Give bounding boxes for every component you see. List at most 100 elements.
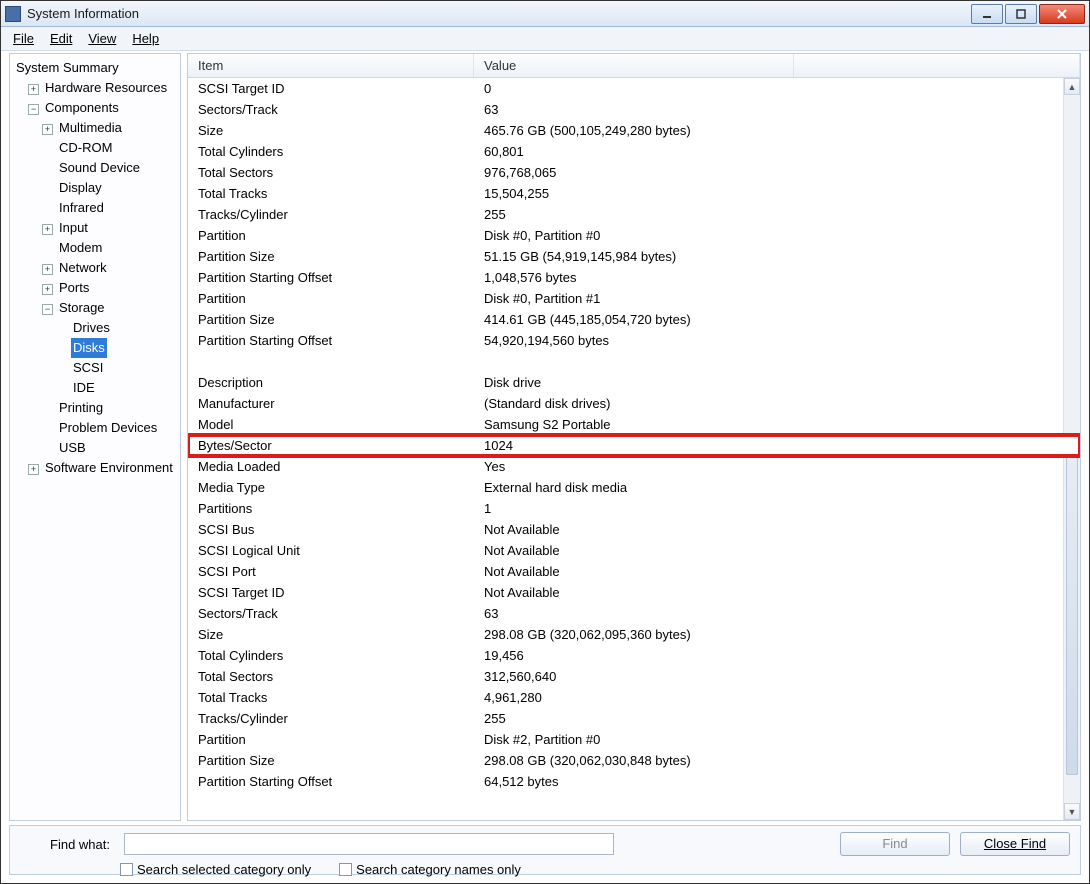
table-row[interactable]: Tracks/Cylinder255 [188,708,1080,729]
table-row[interactable]: Manufacturer(Standard disk drives) [188,393,1080,414]
table-row[interactable]: Size298.08 GB (320,062,095,360 bytes) [188,624,1080,645]
table-row[interactable]: Total Cylinders60,801 [188,141,1080,162]
find-input[interactable] [124,833,614,855]
table-row[interactable]: Partition Starting Offset54,920,194,560 … [188,330,1080,351]
expand-icon[interactable]: + [42,284,53,295]
table-row[interactable]: PartitionDisk #0, Partition #1 [188,288,1080,309]
tree-ports[interactable]: Ports [57,278,91,298]
collapse-icon[interactable]: − [28,104,39,115]
close-button[interactable] [1039,4,1085,24]
table-row[interactable]: Partition Size298.08 GB (320,062,030,848… [188,750,1080,771]
list-body[interactable]: SCSI Target ID0Sectors/Track63Size465.76… [188,78,1080,820]
minimize-button[interactable] [971,4,1003,24]
expand-icon[interactable]: + [42,224,53,235]
cell-item: SCSI Target ID [188,585,474,600]
tree-storage[interactable]: Storage [57,298,107,318]
table-row[interactable]: ModelSamsung S2 Portable [188,414,1080,435]
tree-software-environment[interactable]: Software Environment [43,458,175,478]
table-row[interactable]: PartitionDisk #2, Partition #0 [188,729,1080,750]
window-title: System Information [27,6,969,21]
expand-icon[interactable]: + [42,264,53,275]
body-splitter: System Summary +Hardware Resources −Comp… [9,53,1081,821]
tree-network[interactable]: Network [57,258,109,278]
tree-label: Disks [73,338,105,358]
titlebar[interactable]: System Information [1,1,1089,27]
tree-label: Network [59,258,107,278]
tree-cdrom[interactable]: CD-ROM [57,138,114,158]
column-header-extra[interactable] [794,54,1080,77]
table-row[interactable]: Partition Size414.61 GB (445,185,054,720… [188,309,1080,330]
cell-item: Partition [188,228,474,243]
find-button[interactable]: Find [840,832,950,856]
table-row[interactable]: SCSI BusNot Available [188,519,1080,540]
tree-components[interactable]: Components [43,98,121,118]
close-find-button[interactable]: Close Find [960,832,1070,856]
table-row[interactable]: Media LoadedYes [188,456,1080,477]
menu-file[interactable]: File [5,29,42,48]
tree-label: SCSI [73,358,103,378]
table-row[interactable]: Total Sectors976,768,065 [188,162,1080,183]
menu-edit[interactable]: Edit [42,29,80,48]
tree-display[interactable]: Display [57,178,104,198]
cell-value: 1024 [474,438,1080,453]
tree-system-summary[interactable]: System Summary [14,58,121,78]
menu-view[interactable]: View [80,29,124,48]
system-information-window: System Information File Edit View Help S… [0,0,1090,884]
cell-value: Not Available [474,564,1080,579]
table-row[interactable]: Total Sectors312,560,640 [188,666,1080,687]
expand-icon[interactable]: + [42,124,53,135]
table-row[interactable]: Bytes/Sector1024 [188,435,1080,456]
tree-label: Modem [59,238,102,258]
tree-usb[interactable]: USB [57,438,88,458]
tree-disks[interactable]: Disks [71,338,107,358]
scroll-thumb[interactable] [1066,435,1078,775]
menu-help-label: Help [132,31,159,46]
table-row[interactable]: Size465.76 GB (500,105,249,280 bytes) [188,120,1080,141]
table-row[interactable]: Partitions1 [188,498,1080,519]
tree-hardware-resources[interactable]: Hardware Resources [43,78,169,98]
expand-icon[interactable]: + [28,464,39,475]
table-row[interactable]: SCSI Target IDNot Available [188,582,1080,603]
tree-modem[interactable]: Modem [57,238,104,258]
tree-infrared[interactable]: Infrared [57,198,106,218]
tree-printing[interactable]: Printing [57,398,105,418]
table-row[interactable]: Total Tracks15,504,255 [188,183,1080,204]
table-row[interactable]: Sectors/Track63 [188,603,1080,624]
tree-ide[interactable]: IDE [71,378,97,398]
table-row[interactable]: Media TypeExternal hard disk media [188,477,1080,498]
table-row[interactable]: SCSI PortNot Available [188,561,1080,582]
column-header-item[interactable]: Item [188,54,474,77]
column-header-value[interactable]: Value [474,54,794,77]
search-selected-checkbox[interactable]: Search selected category only [120,862,311,877]
tree-scsi[interactable]: SCSI [71,358,105,378]
search-names-checkbox[interactable]: Search category names only [339,862,521,877]
scroll-down-icon[interactable]: ▼ [1064,803,1080,820]
menu-help[interactable]: Help [124,29,167,48]
tree-label: Input [59,218,88,238]
table-row[interactable]: SCSI Logical UnitNot Available [188,540,1080,561]
table-row[interactable]: DescriptionDisk drive [188,372,1080,393]
tree-input[interactable]: Input [57,218,90,238]
scroll-up-icon[interactable]: ▲ [1064,78,1080,95]
table-row[interactable]: Total Tracks4,961,280 [188,687,1080,708]
category-tree[interactable]: System Summary +Hardware Resources −Comp… [9,53,181,821]
table-row[interactable]: Tracks/Cylinder255 [188,204,1080,225]
maximize-button[interactable] [1005,4,1037,24]
table-row[interactable]: Sectors/Track63 [188,99,1080,120]
tree-sound-device[interactable]: Sound Device [57,158,142,178]
tree-drives[interactable]: Drives [71,318,112,338]
cell-item: Total Sectors [188,669,474,684]
table-row[interactable]: Partition Starting Offset1,048,576 bytes [188,267,1080,288]
table-row[interactable]: Partition Size51.15 GB (54,919,145,984 b… [188,246,1080,267]
table-row[interactable]: SCSI Target ID0 [188,78,1080,99]
table-row[interactable] [188,351,1080,372]
table-row[interactable]: PartitionDisk #0, Partition #0 [188,225,1080,246]
expand-icon[interactable]: + [28,84,39,95]
tree-problem-devices[interactable]: Problem Devices [57,418,159,438]
table-row[interactable]: Total Cylinders19,456 [188,645,1080,666]
cell-value: 298.08 GB (320,062,030,848 bytes) [474,753,1080,768]
table-row[interactable]: Partition Starting Offset64,512 bytes [188,771,1080,792]
tree-multimedia[interactable]: Multimedia [57,118,124,138]
find-bar: Find what: Find Close Find Search select… [9,825,1081,875]
collapse-icon[interactable]: − [42,304,53,315]
